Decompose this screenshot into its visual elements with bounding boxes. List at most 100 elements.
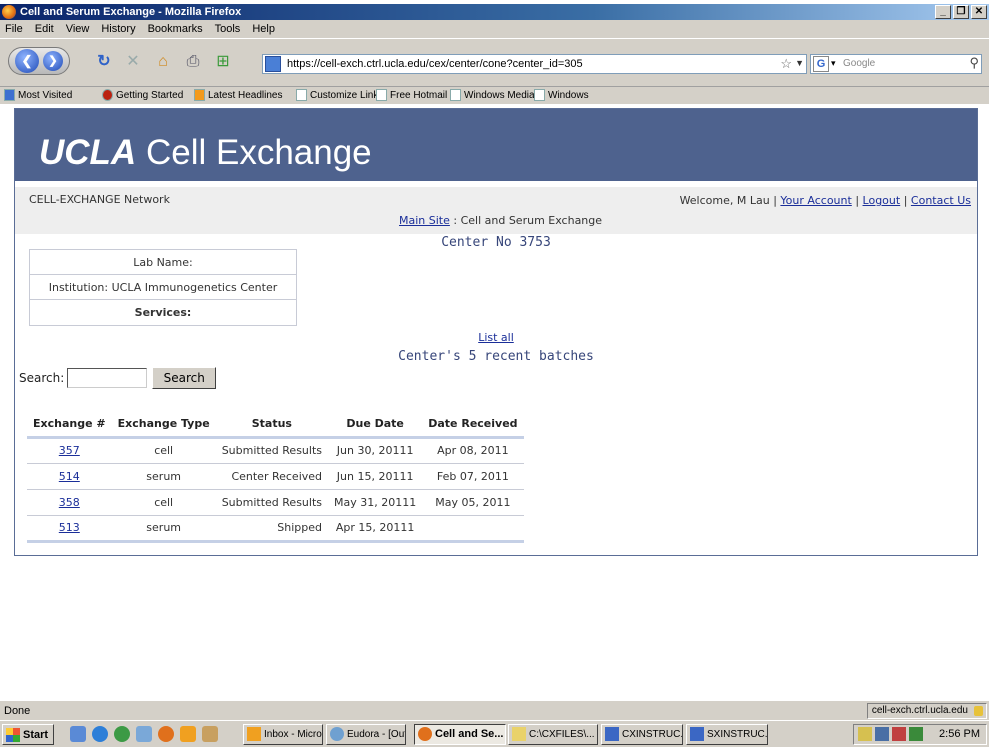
date-received-cell — [422, 515, 524, 543]
menu-edit[interactable]: Edit — [29, 20, 60, 35]
page-icon — [450, 89, 461, 101]
task-cxinstruc[interactable]: CXINSTRUC... — [601, 724, 683, 745]
user-links: Welcome, M Lau | Your Account | Logout |… — [679, 194, 971, 207]
menu-view[interactable]: View — [60, 20, 96, 35]
exchange-link[interactable]: 514 — [59, 470, 80, 483]
center-info-box: Lab Name: Institution: UCLA Immunogeneti… — [29, 249, 297, 326]
site-banner: UCLA Cell Exchange — [15, 109, 977, 181]
list-all-link[interactable]: List all — [478, 331, 514, 344]
window-title: Cell and Serum Exchange - Mozilla Firefo… — [20, 6, 242, 18]
task-cxfiles[interactable]: C:\CXFILES\... — [508, 724, 598, 745]
security-tray-icon[interactable] — [892, 727, 906, 741]
bookmark-latest-headlines[interactable]: Latest Headlines — [194, 89, 283, 101]
logout-link[interactable]: Logout — [863, 194, 901, 207]
menu-file[interactable]: File — [0, 20, 29, 35]
due-date-cell: Apr 15, 20111 — [328, 515, 423, 543]
sync-tray-icon[interactable] — [909, 727, 923, 741]
close-button[interactable]: ✕ — [971, 5, 987, 19]
firefox-quick-icon[interactable] — [158, 726, 174, 742]
site-logo[interactable]: UCLA Cell Exchange — [39, 133, 372, 173]
welcome-text: Welcome, M Lau | — [679, 194, 777, 207]
menu-tools[interactable]: Tools — [209, 20, 247, 35]
bookmark-customize-links[interactable]: Customize Links — [296, 89, 383, 101]
main-site-link[interactable]: Main Site — [399, 214, 450, 227]
bookmark-most-visited[interactable]: Most Visited — [4, 89, 72, 101]
page-frame: UCLA Cell Exchange CELL-EXCHANGE Network… — [14, 108, 978, 556]
sub-header: CELL-EXCHANGE Network Welcome, M Lau | Y… — [15, 187, 977, 234]
exchange-link[interactable]: 513 — [59, 521, 80, 534]
back-arrow-icon[interactable]: ❮ — [15, 49, 39, 73]
exchange-link[interactable]: 358 — [59, 496, 80, 509]
status-domain: cell-exch.ctrl.ucla.edu — [866, 703, 987, 719]
contact-us-link[interactable]: Contact Us — [911, 194, 971, 207]
outlook-icon[interactable] — [180, 726, 196, 742]
lock-icon[interactable] — [974, 706, 983, 716]
firefox-icon — [2, 5, 16, 19]
status-cell: Submitted Results — [215, 489, 329, 516]
page-icon — [376, 89, 387, 101]
bookmark-free-hotmail[interactable]: Free Hotmail — [376, 89, 447, 101]
browser-content: UCLA Cell Exchange CELL-EXCHANGE Network… — [0, 104, 989, 700]
media-player-icon[interactable] — [114, 726, 130, 742]
task-cell-and-serum[interactable]: Cell and Se... — [414, 724, 506, 745]
bookmark-windows-media[interactable]: Windows Media — [450, 89, 535, 101]
restore-button[interactable]: ❐ — [953, 5, 969, 19]
task-eudora[interactable]: Eudora - [Out] — [326, 724, 406, 745]
institution-label: Institution: UCLA Immunogenetics Center — [30, 275, 296, 300]
site-identity-icon[interactable] — [265, 56, 281, 72]
minimize-button[interactable]: _ — [935, 5, 951, 19]
bookmark-star-icon[interactable]: ☆ — [780, 56, 792, 72]
center-number-heading: Center No 3753 — [441, 235, 551, 250]
bookmark-getting-started[interactable]: Getting Started — [102, 89, 183, 101]
internet-explorer-icon[interactable] — [92, 726, 108, 742]
search-form: Search: Search — [19, 367, 217, 389]
exchange-type-cell: serum — [111, 463, 216, 490]
stop-icon[interactable]: ✕ — [124, 53, 142, 71]
forward-arrow-icon[interactable]: ❯ — [43, 51, 63, 71]
url-dropdown-icon[interactable]: ▼ — [795, 58, 804, 68]
engine-dropdown-icon[interactable]: ▾ — [831, 58, 836, 69]
mail-icon[interactable] — [202, 726, 218, 742]
search-placeholder: Google — [843, 58, 876, 69]
window-titlebar: Cell and Serum Exchange - Mozilla Firefo… — [0, 4, 989, 20]
bookmark-folder-icon — [4, 89, 15, 101]
home-icon[interactable]: ⌂ — [154, 53, 172, 71]
network-icon[interactable] — [136, 726, 152, 742]
magnifier-icon[interactable]: ⚲ — [969, 55, 979, 71]
search-button[interactable]: Search — [152, 367, 217, 389]
menu-history[interactable]: History — [95, 20, 141, 35]
desktop-icon[interactable] — [70, 726, 86, 742]
search-input[interactable] — [67, 368, 148, 388]
network-tray-icon[interactable] — [875, 727, 889, 741]
new-tab-icon[interactable]: ⊞ — [214, 53, 232, 71]
lab-name-label: Lab Name: — [30, 250, 296, 275]
windows-logo-icon — [6, 727, 20, 742]
firefox-task-icon — [418, 727, 432, 741]
address-bar[interactable]: https://cell-exch.ctrl.ucla.edu/cex/cent… — [262, 54, 807, 74]
start-button[interactable]: Start — [2, 724, 54, 745]
network-label: CELL-EXCHANGE Network — [29, 193, 170, 206]
page-icon — [296, 89, 307, 101]
explorer-task-icon — [512, 727, 526, 741]
outlook-task-icon — [247, 727, 261, 741]
search-box[interactable]: G ▾ Google ⚲ — [810, 54, 982, 74]
exchange-type-cell: serum — [111, 515, 216, 543]
google-engine-icon[interactable]: G — [813, 56, 829, 72]
print-icon[interactable]: ⎙ — [184, 53, 202, 71]
menu-help[interactable]: Help — [246, 20, 281, 35]
volume-icon[interactable] — [858, 727, 872, 741]
exchange-link[interactable]: 357 — [59, 444, 80, 457]
menu-bookmarks[interactable]: Bookmarks — [142, 20, 209, 35]
browser-status-bar: Done cell-exch.ctrl.ucla.edu — [0, 700, 989, 720]
header-status: Status — [215, 412, 329, 439]
reload-icon[interactable]: ↻ — [95, 53, 113, 71]
bookmarks-toolbar: Most Visited Getting Started Latest Head… — [0, 86, 989, 104]
task-inbox[interactable]: Inbox - Micros... — [243, 724, 323, 745]
table-row: 358 cell Submitted Results May 31, 20111… — [27, 489, 524, 516]
task-sxinstruc[interactable]: SXINSTRUC... — [686, 724, 768, 745]
due-date-cell: May 31, 20111 — [328, 489, 423, 516]
header-exchange-type: Exchange Type — [111, 412, 216, 439]
bookmark-windows[interactable]: Windows — [534, 89, 589, 101]
your-account-link[interactable]: Your Account — [780, 194, 851, 207]
back-forward-group: ❮ ❯ — [8, 47, 70, 75]
